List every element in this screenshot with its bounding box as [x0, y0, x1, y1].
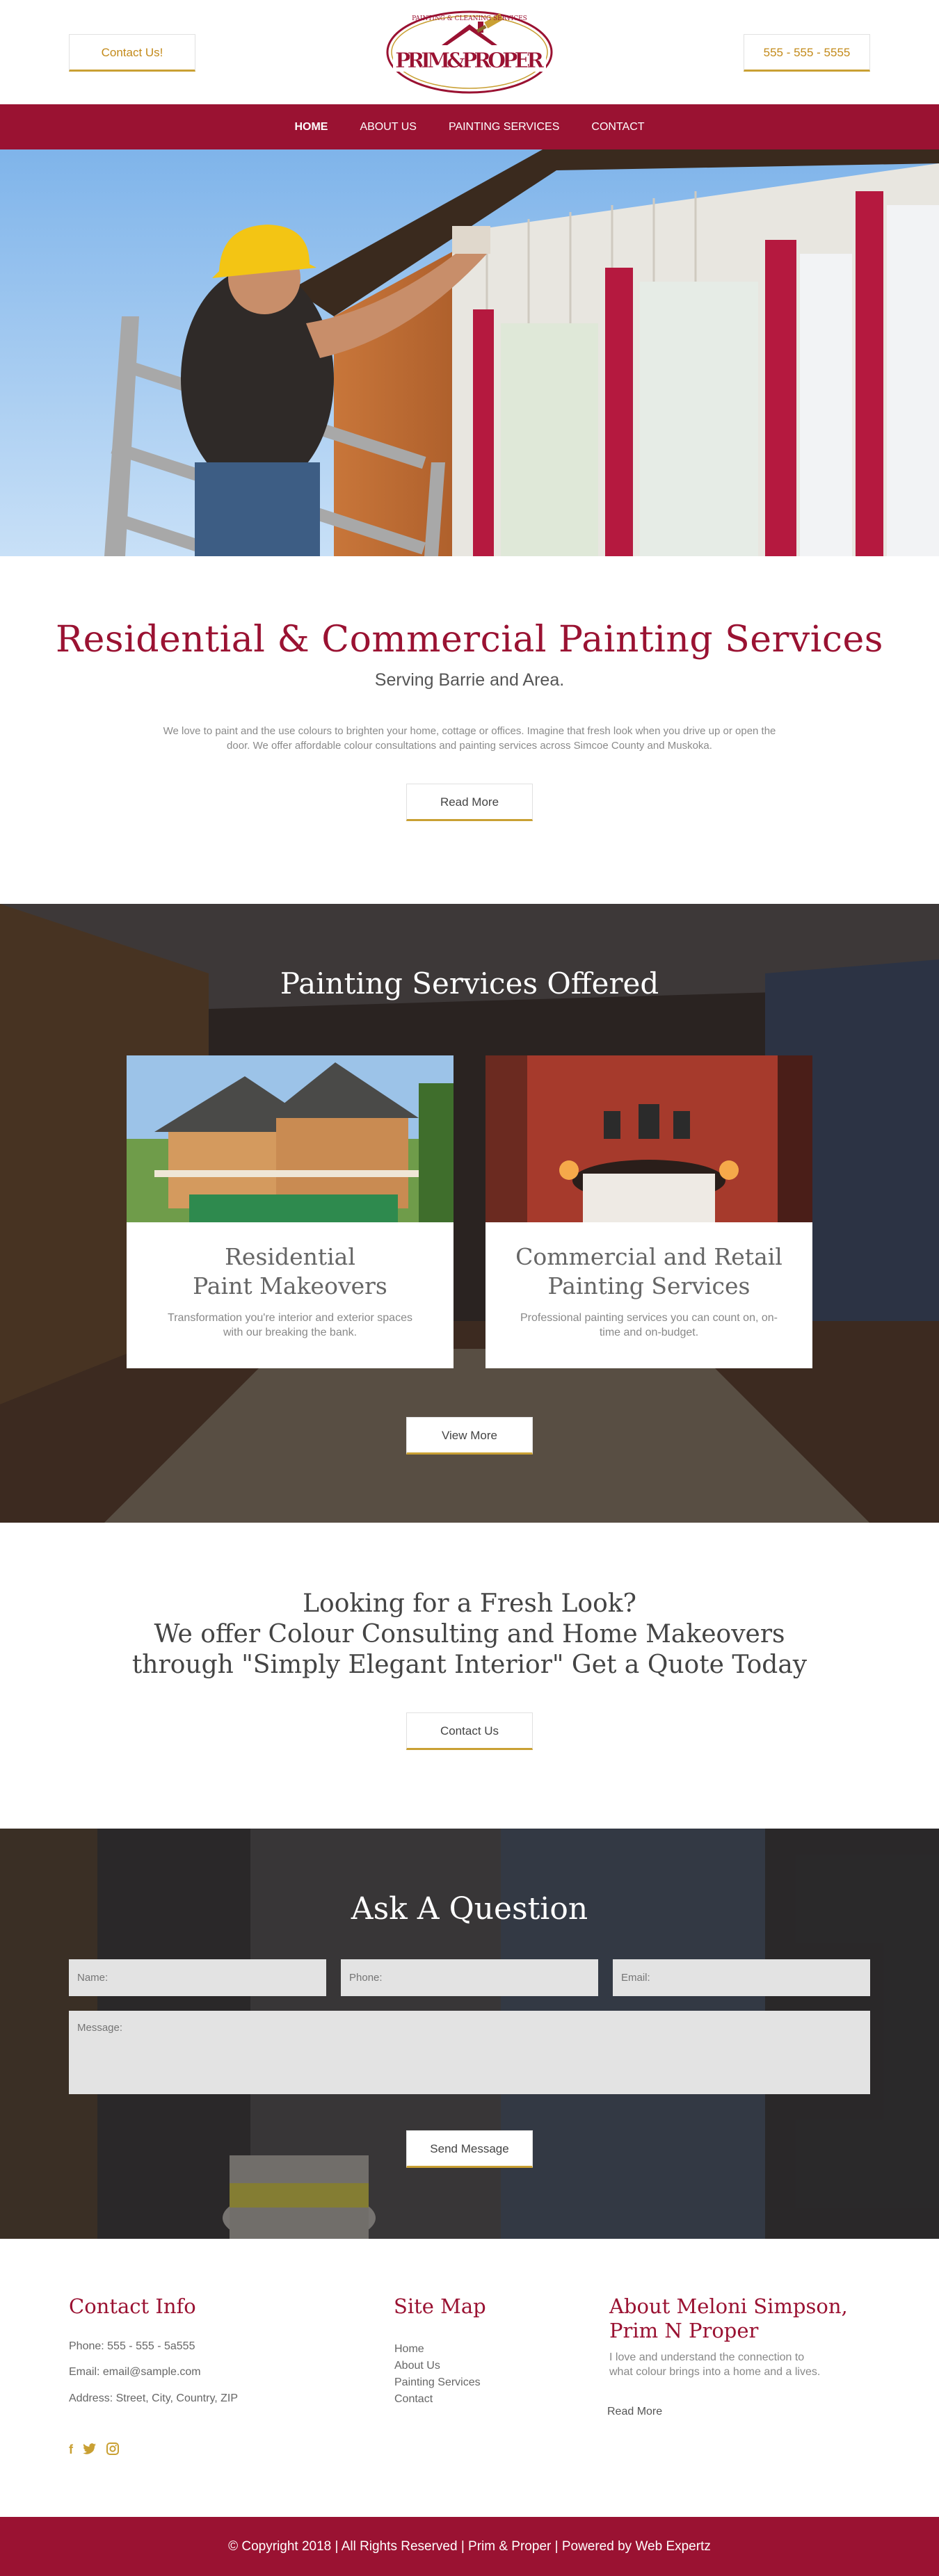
footer-address: Address: Street, City, Country, ZIP — [69, 2392, 239, 2404]
commercial-card-title-1: Commercial and Retail — [515, 1243, 782, 1270]
residential-card-title-2: Paint Makeovers — [193, 1272, 387, 1299]
view-more-button[interactable]: View More — [406, 1417, 533, 1455]
intro-body: We love to paint and the use colours to … — [163, 725, 776, 752]
logo-main-text: PRIM&PROPER — [395, 49, 545, 73]
about-text-line-2: what colour brings into a home and a liv… — [609, 2366, 821, 2378]
footer-link-contact[interactable]: Contact — [394, 2393, 433, 2406]
service-card-residential[interactable]: Residential Paint Makeovers Transformati… — [127, 1055, 454, 1368]
copyright-bar: © Copyright 2018 | All Rights Reserved |… — [0, 2517, 939, 2576]
footer: Contact Info Phone: 555 - 555 - 5a555 Em… — [0, 2239, 939, 2517]
send-message-button[interactable]: Send Message — [406, 2130, 533, 2168]
nav-about-us[interactable]: ABOUT US — [360, 121, 417, 133]
instagram-icon[interactable] — [106, 2443, 119, 2455]
painter-on-ladder-image — [0, 149, 939, 556]
services-section: Painting Services Offered Residential Pa… — [0, 904, 939, 1523]
footer-link-about-us[interactable]: About Us — [394, 2360, 440, 2372]
prim-proper-logo[interactable]: PAINTING & CLEANING SERVICES PRIM&PROPER — [380, 5, 559, 95]
intro-section: Residential & Commercial Painting Servic… — [0, 556, 939, 904]
footer-link-painting-services[interactable]: Painting Services — [394, 2376, 481, 2389]
top-header: Contact Us! PAINTING & CLEANING SERVICES… — [0, 0, 939, 104]
phone-button[interactable]: 555 - 555 - 5555 — [744, 34, 870, 72]
red-bedroom-image — [485, 1055, 812, 1222]
facebook-icon[interactable]: f — [69, 2443, 73, 2457]
about-title-line-2: Prim N Proper — [609, 2319, 759, 2342]
footer-email: Email: email@sample.com — [69, 2366, 201, 2378]
about-title-line-1: About Meloni Simpson, — [609, 2294, 848, 2318]
logo-top-text: PAINTING & CLEANING SERVICES — [412, 15, 527, 22]
intro-subtitle: Serving Barrie and Area. — [374, 670, 565, 690]
fresh-line-1: Looking for a Fresh Look? — [303, 1589, 636, 1618]
hero-image — [0, 149, 939, 556]
about-text-line-1: I love and understand the connection to — [609, 2351, 805, 2363]
name-input[interactable] — [69, 1959, 326, 1996]
contact-us-cta-button[interactable]: Contact Us — [406, 1712, 533, 1750]
ask-title: Ask A Question — [351, 1891, 588, 1927]
fresh-line-3: through "Simply Elegant Interior" Get a … — [131, 1651, 808, 1679]
nav-home[interactable]: HOME — [294, 121, 328, 133]
residential-card-title-1: Residential — [225, 1243, 355, 1270]
social-icons: f — [69, 2443, 119, 2457]
commercial-card-text: Professional painting services you can c… — [520, 1312, 778, 1338]
message-textarea[interactable] — [69, 2011, 870, 2094]
contact-us-button[interactable]: Contact Us! — [69, 34, 195, 72]
nav-painting-services[interactable]: PAINTING SERVICES — [449, 121, 559, 133]
ask-question-section: Ask A Question Send Message — [0, 1829, 939, 2239]
residential-card-text: Transformation you're interior and exter… — [168, 1312, 412, 1338]
footer-link-home[interactable]: Home — [394, 2343, 424, 2356]
about-read-more-link[interactable]: Read More — [607, 2406, 662, 2418]
service-card-commercial[interactable]: Commercial and Retail Painting Services … — [485, 1055, 812, 1368]
fresh-look-section: Looking for a Fresh Look? We offer Colou… — [0, 1523, 939, 1829]
footer-phone: Phone: 555 - 555 - 5a555 — [69, 2340, 195, 2352]
intro-title: Residential & Commercial Painting Servic… — [55, 619, 883, 661]
site-map-title: Site Map — [394, 2294, 486, 2318]
nav-contact[interactable]: CONTACT — [591, 121, 644, 133]
read-more-button[interactable]: Read More — [406, 784, 533, 821]
services-title: Painting Services Offered — [280, 966, 659, 1001]
phone-input[interactable] — [341, 1959, 598, 1996]
fresh-line-2: We offer Colour Consulting and Home Make… — [154, 1620, 785, 1649]
twitter-icon[interactable] — [83, 2443, 97, 2455]
contact-info-title: Contact Info — [69, 2294, 196, 2318]
main-navigation: HOME ABOUT US PAINTING SERVICES CONTACT — [0, 104, 939, 149]
residential-house-image — [127, 1055, 454, 1222]
commercial-card-title-2: Painting Services — [547, 1272, 751, 1299]
email-input[interactable] — [613, 1959, 870, 1996]
